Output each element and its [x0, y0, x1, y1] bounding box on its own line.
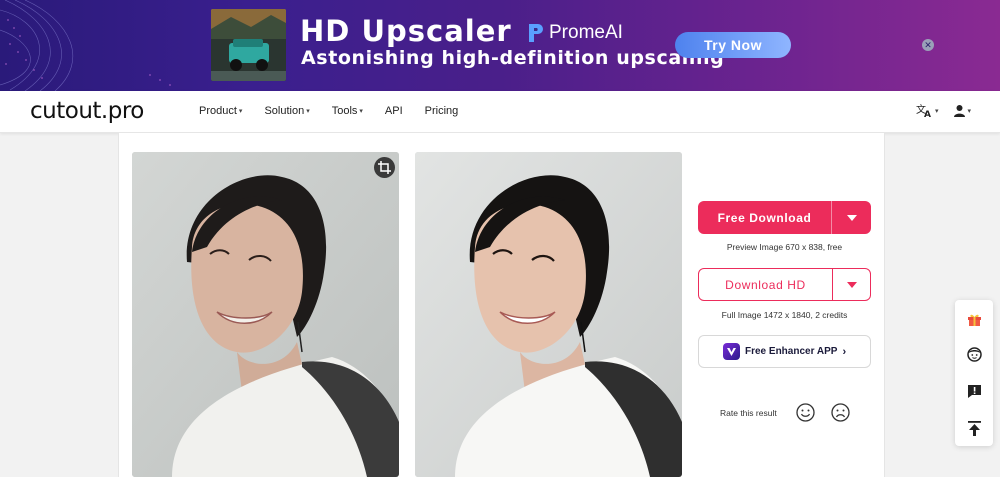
free-download-caption: Preview Image 670 x 838, free — [726, 242, 843, 252]
rate-result-label: Rate this result — [720, 408, 777, 418]
free-download-button[interactable]: Free Download — [698, 201, 871, 234]
nav-menu: Product ▾ Solution ▾ Tools ▾ API Pricing — [199, 105, 480, 117]
banner-subtitle: Astonishing high-definition upscaling — [301, 47, 725, 69]
feedback-icon[interactable] — [965, 382, 983, 400]
gift-icon[interactable] — [965, 310, 983, 328]
nav-item-tools[interactable]: Tools ▾ — [332, 105, 363, 117]
chevron-down-icon: ▾ — [935, 107, 939, 115]
floating-toolbar — [955, 300, 993, 446]
chevron-down-icon: ▾ — [359, 108, 363, 115]
free-download-label: Free Download — [717, 210, 812, 225]
nav-item-solution[interactable]: Solution ▾ — [264, 105, 309, 117]
nav-actions: 文 A ▾ ▾ — [916, 103, 971, 118]
free-enhancer-app-button[interactable]: Free Enhancer APP › — [698, 335, 871, 368]
crop-button[interactable] — [374, 157, 395, 178]
smile-icon[interactable] — [796, 403, 815, 422]
chevron-down-icon: ▾ — [238, 108, 243, 115]
promeai-brand-label: PromeAI — [549, 22, 623, 43]
promeai-logo-icon — [529, 24, 543, 42]
close-icon[interactable]: ✕ — [922, 39, 934, 51]
chevron-right-icon: › — [842, 345, 847, 358]
download-hd-dropdown[interactable] — [833, 281, 870, 288]
translate-icon: 文 A — [916, 103, 931, 118]
nav-item-api[interactable]: API — [385, 105, 403, 117]
download-hd-caption: Full Image 1472 x 1840, 2 credits — [721, 310, 848, 320]
top-nav: cutout.pro Product ▾ Solution ▾ Tools ▾ … — [0, 91, 1000, 133]
banner-thumbnail-image — [211, 9, 286, 81]
try-now-button[interactable]: Try Now — [675, 32, 791, 58]
nav-item-label: Product — [199, 105, 237, 117]
banner-title: HD Upscaler — [300, 14, 512, 48]
frown-icon[interactable] — [831, 403, 850, 422]
nav-item-pricing[interactable]: Pricing — [425, 105, 459, 117]
language-selector[interactable]: 文 A ▾ — [916, 103, 939, 118]
nav-item-label: Solution — [264, 105, 305, 117]
crop-icon — [378, 161, 391, 174]
user-menu[interactable]: ▾ — [953, 104, 972, 117]
user-icon — [953, 105, 965, 117]
download-hd-button[interactable]: Download HD — [698, 268, 871, 301]
svg-text:A: A — [924, 110, 931, 118]
wave-decoration — [0, 0, 171, 91]
back-to-top-icon[interactable] — [965, 419, 983, 437]
nav-item-label: Tools — [331, 105, 358, 117]
download-hd-label: Download HD — [725, 277, 806, 292]
nav-item-label: Pricing — [424, 105, 459, 117]
promeai-brand: PromeAI — [527, 22, 623, 44]
site-logo[interactable]: cutout.pro — [30, 98, 144, 124]
enhancer-app-icon — [723, 343, 740, 360]
chevron-down-icon: ▾ — [967, 107, 972, 115]
original-image[interactable] — [132, 152, 399, 477]
avatar-face-icon[interactable] — [965, 345, 983, 363]
free-download-dropdown[interactable] — [832, 214, 871, 221]
caret-down-icon — [846, 214, 857, 221]
caret-down-icon — [846, 281, 857, 288]
enhanced-image[interactable] — [415, 152, 682, 477]
chevron-down-icon: ▾ — [306, 108, 310, 115]
promo-banner[interactable]: HD Upscaler Astonishing high-definition … — [0, 0, 1000, 91]
nav-item-product[interactable]: Product ▾ — [199, 105, 242, 117]
free-enhancer-app-label: Free Enhancer APP — [745, 346, 838, 357]
nav-item-label: API — [384, 105, 403, 117]
